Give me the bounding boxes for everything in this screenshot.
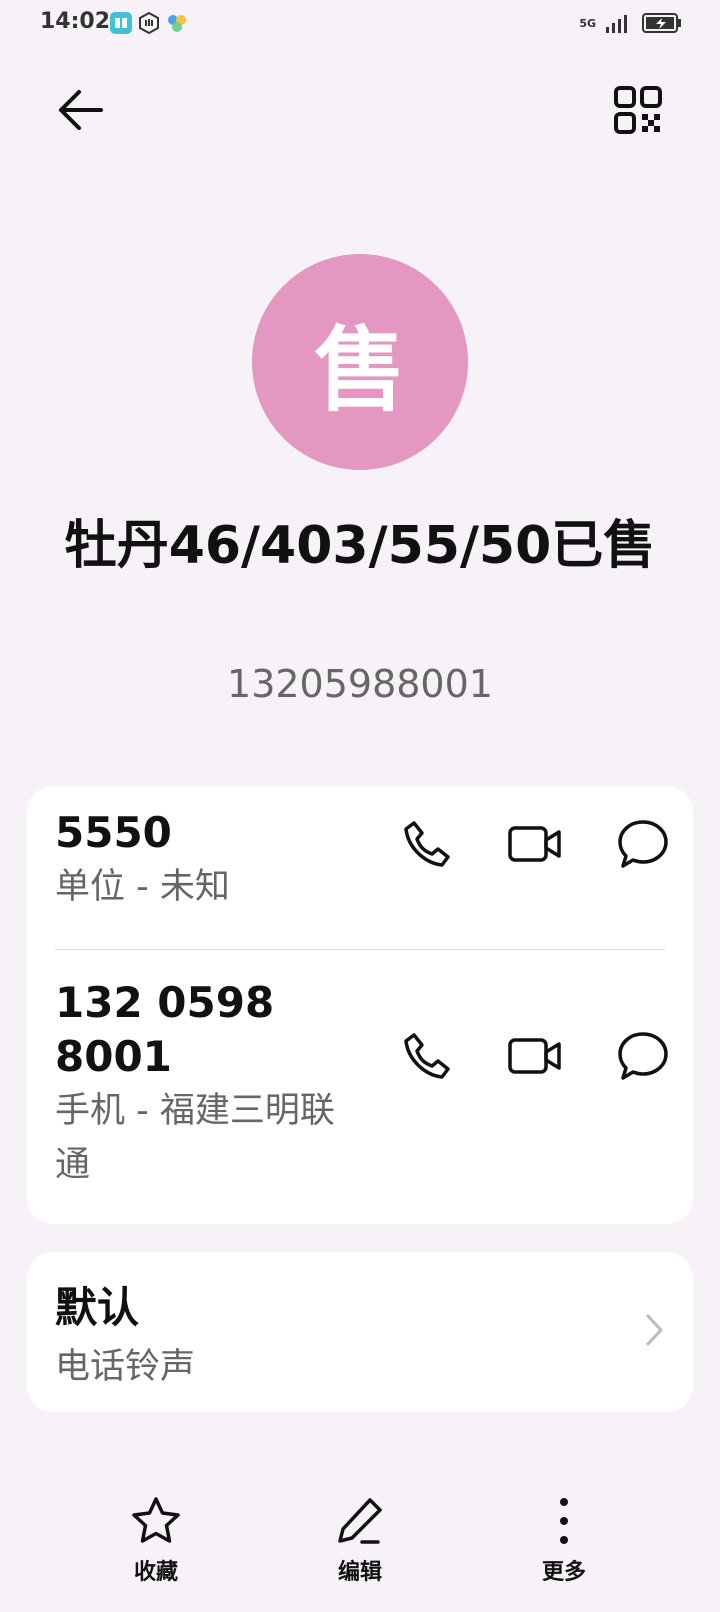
message-button[interactable]: [615, 816, 671, 872]
system-icons: 5G: [579, 12, 682, 34]
avatar[interactable]: 售: [252, 254, 468, 470]
call-button[interactable]: [399, 816, 455, 872]
phone-number: 132 0598 8001: [55, 978, 275, 1081]
battery-charging-icon: [642, 13, 681, 33]
avatar-letter: 售: [313, 316, 406, 424]
edit-button[interactable]: 编辑: [300, 1496, 420, 1586]
ringtone-row[interactable]: 默认 电话铃声: [27, 1252, 693, 1412]
phone-label: 手机 - 福建三明联通: [55, 1091, 335, 1185]
arrow-left-icon: [59, 90, 103, 130]
call-button[interactable]: [399, 1028, 455, 1084]
ringtone-title: 默认: [55, 1283, 140, 1332]
contact-number: 13205988001: [227, 662, 493, 706]
star-icon: [132, 1497, 180, 1543]
status-time: 14:02: [40, 9, 111, 34]
video-call-button[interactable]: [507, 816, 563, 872]
phone-actions: [399, 816, 671, 872]
edit-label: 编辑: [337, 1560, 382, 1585]
phone-icon: [404, 821, 450, 867]
bottom-action-bar: 收藏 编辑 更多: [0, 1496, 720, 1612]
qr-code-icon: [614, 86, 662, 134]
chevron-right-icon: [646, 1314, 663, 1346]
video-camera-icon: [508, 826, 561, 862]
more-button[interactable]: 更多: [504, 1496, 624, 1586]
more-label: 更多: [541, 1560, 586, 1585]
favorite-button[interactable]: 收藏: [96, 1496, 216, 1586]
phone-numbers-card: 5550 单位 - 未知 132 0598 8001 手机 - 福建三明联通: [27, 786, 693, 1224]
video-camera-icon: [508, 1038, 561, 1074]
ringtone-subtitle: 电话铃声: [55, 1347, 196, 1387]
message-bubble-icon: [618, 1032, 668, 1080]
contact-name: 牡丹46/403/55/50已售: [64, 516, 656, 576]
book-app-icon: [110, 12, 132, 34]
hand-shield-icon: [139, 12, 159, 34]
pinwheel-app-icon: [168, 15, 186, 32]
message-bubble-icon: [618, 820, 668, 868]
phone-icon: [404, 1033, 450, 1079]
divider: [55, 949, 665, 950]
status-bar: 14:02 5G: [0, 0, 720, 48]
qr-code-button[interactable]: [610, 82, 666, 138]
phone-actions: [399, 1028, 671, 1084]
more-vertical-icon: [560, 1498, 568, 1544]
back-button[interactable]: [52, 82, 108, 138]
notification-icons: [110, 12, 188, 34]
favorite-label: 收藏: [133, 1560, 178, 1585]
phone-entry[interactable]: 132 0598 8001 手机 - 福建三明联通: [55, 976, 355, 1192]
message-button[interactable]: [615, 1028, 671, 1084]
pen-icon: [338, 1498, 382, 1544]
network-type: 5G: [579, 16, 596, 30]
video-call-button[interactable]: [507, 1028, 563, 1084]
signal-icon: [606, 15, 627, 33]
